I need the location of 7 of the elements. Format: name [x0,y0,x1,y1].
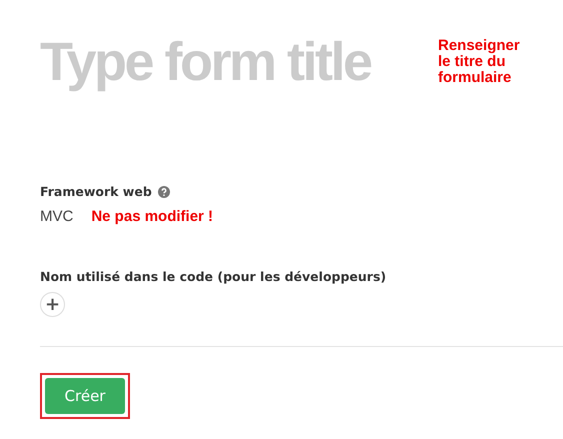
field-value: MVC [40,208,74,225]
add-button[interactable]: + [40,292,65,317]
field-label: Framework web [40,184,152,199]
annotation-note: Ne pas modifier ! [91,208,214,225]
annotation-note: Renseigner le titre du formulaire [438,38,521,86]
help-icon[interactable] [158,186,170,198]
field-label: Nom utilisé dans le code (pour les développeurs) [40,269,386,284]
